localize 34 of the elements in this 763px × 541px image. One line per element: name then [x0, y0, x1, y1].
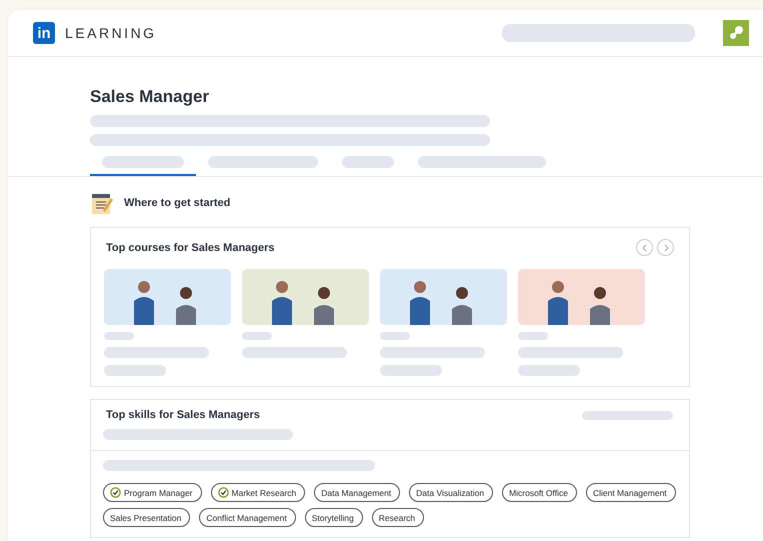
- tab[interactable]: [90, 156, 196, 176]
- skill-tag[interactable]: Conflict Management: [199, 508, 296, 527]
- skill-tag[interactable]: Program Manager: [103, 483, 202, 502]
- placeholder-line: [242, 332, 272, 340]
- logo: in: [33, 22, 55, 44]
- section-label: Where to get started: [124, 197, 230, 209]
- app-icon[interactable]: [723, 20, 749, 46]
- brand-name: LEARNING: [65, 25, 157, 41]
- placeholder-line: [104, 365, 166, 376]
- card-title: Top courses for Sales Managers: [106, 242, 275, 254]
- placeholder-line: [380, 332, 410, 340]
- skill-tag[interactable]: Client Management: [586, 483, 676, 502]
- notepad-icon: [90, 191, 114, 215]
- placeholder-line: [104, 332, 134, 340]
- chevron-right-icon: [662, 244, 670, 252]
- card-title: Top skills for Sales Managers: [106, 409, 260, 421]
- previous-button[interactable]: [636, 239, 653, 256]
- skill-tag[interactable]: Sales Presentation: [103, 508, 190, 527]
- skill-tag[interactable]: Research: [372, 508, 424, 527]
- skill-tag[interactable]: Data Visualization: [409, 483, 494, 502]
- skill-tag[interactable]: Storytelling: [304, 508, 363, 527]
- course-illustration[interactable]: [104, 269, 231, 325]
- placeholder-line: [518, 365, 580, 376]
- skill-tag[interactable]: Market Research: [210, 483, 306, 502]
- skill-tag[interactable]: Data Management: [314, 483, 400, 502]
- chevron-left-icon: [640, 244, 648, 252]
- placeholder-line: [380, 365, 442, 376]
- placeholder-line: [518, 332, 548, 340]
- course-illustration[interactable]: [242, 269, 369, 325]
- page-title: Sales Manager: [90, 87, 210, 107]
- skill-tag[interactable]: Microsoft Office: [502, 483, 577, 502]
- next-button[interactable]: [657, 239, 674, 256]
- course-illustration[interactable]: [380, 269, 507, 325]
- course-illustration[interactable]: [518, 269, 645, 325]
